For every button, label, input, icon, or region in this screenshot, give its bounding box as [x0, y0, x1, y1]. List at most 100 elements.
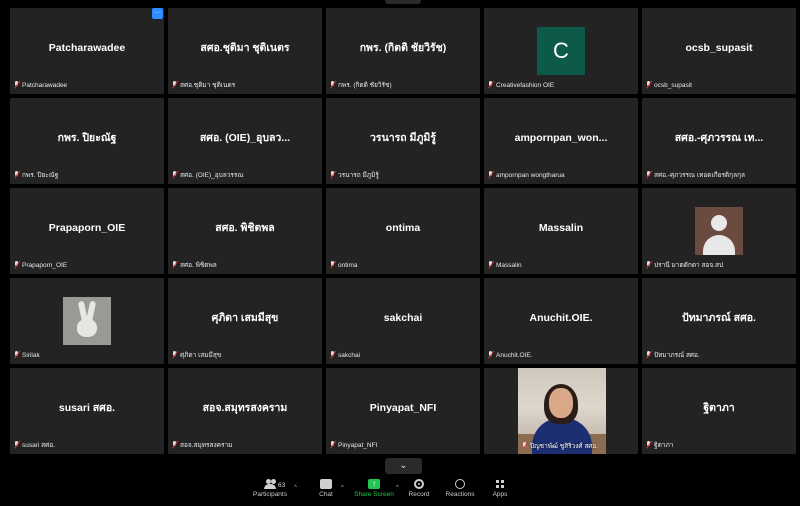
- participant-tile[interactable]: Massalin Massalin: [484, 188, 638, 274]
- participant-name: กพร. ปิยะณัฐ: [57, 132, 117, 144]
- apps-button[interactable]: Apps: [489, 479, 511, 498]
- muted-mic-icon: [171, 261, 178, 269]
- share-screen-label: Share Screen: [354, 491, 394, 498]
- muted-mic-icon: [13, 171, 20, 179]
- participant-name: sakchai: [383, 312, 423, 324]
- participant-tile[interactable]: sakchai sakchai: [326, 278, 480, 364]
- muted-mic-icon: [645, 351, 652, 359]
- muted-mic-icon: [329, 261, 336, 269]
- participant-name: ampornpan_won...: [514, 132, 608, 144]
- more-options-badge[interactable]: ···: [152, 8, 163, 19]
- participant-tile[interactable]: ocsb_supasit ocsb_supasit: [642, 8, 796, 94]
- participant-name: Anuchit.OIE.: [529, 312, 593, 324]
- muted-mic-icon: [13, 441, 20, 449]
- participant-tile[interactable]: สศอ. (OIE)_อุบลว... สศอ. (OIE)_อุบลวรรณ: [168, 98, 322, 184]
- record-icon: [414, 479, 424, 489]
- participant-caption: ontima: [329, 260, 476, 271]
- chevron-down-icon: ⌄: [399, 460, 408, 471]
- muted-mic-icon: [329, 171, 336, 179]
- reactions-button[interactable]: Reactions: [444, 479, 476, 498]
- participant-name: ฐิตาภา: [703, 402, 735, 414]
- participant-tile[interactable]: ampornpan_won... ampornpan wongtharua: [484, 98, 638, 184]
- participant-tile[interactable]: กพร. (กิตติ ชัยวิรัช) กพร. (กิตติ ชัยวิรั…: [326, 8, 480, 94]
- muted-mic-icon: [521, 442, 528, 450]
- participant-tile[interactable]: วรนารถ มีภูมิรู้ วรนารถ มีภูมิรู้: [326, 98, 480, 184]
- participant-grid: Patcharawadee Patcharawadee สศอ.ชุติมา ชุต…: [0, 0, 800, 460]
- participants-label: Participants: [253, 491, 287, 498]
- apps-icon: [494, 479, 506, 489]
- collapse-toolbar-button[interactable]: ⌄: [385, 458, 422, 474]
- muted-mic-icon: [13, 81, 20, 89]
- participant-caption: กพร. ปิยะณัฐ: [13, 170, 160, 181]
- participant-tile[interactable]: Prapaporn_OIE Prapaporn_OIE: [10, 188, 164, 274]
- participant-caption: ampornpan wongtharua: [487, 170, 634, 181]
- participant-caption: สศอ. พิชิตพล: [171, 260, 318, 271]
- participant-name: ontima: [385, 222, 421, 234]
- chat-button[interactable]: Chat: [314, 479, 338, 498]
- muted-mic-icon: [329, 441, 336, 449]
- participant-caption: Anuchit.OIE.: [487, 350, 634, 361]
- participant-caption: ปิญชาพัฒ์ ชูสิริวงศ์ สศอ.: [521, 441, 598, 451]
- participant-caption: สศอ. (OIE)_อุบลวรรณ: [171, 170, 318, 181]
- participant-tile[interactable]: สศอ.ชุติมา ชุติเนตร สศอ.ชุติมา ชุติเนตร: [168, 8, 322, 94]
- participant-caption: ocsb_supasit: [645, 80, 792, 91]
- muted-mic-icon: [171, 441, 178, 449]
- rabbit-avatar-icon: [63, 297, 111, 345]
- participant-caption: กพร. (กิตติ ชัยวิรัช): [329, 80, 476, 91]
- chat-caret-icon[interactable]: ^: [341, 485, 344, 491]
- participant-caption: Creativefashion OIE: [487, 80, 634, 91]
- participant-tile[interactable]: ปัทมาภรณ์ สศอ. ปัทมาภรณ์ สศอ.: [642, 278, 796, 364]
- participant-name: ocsb_supasit: [685, 42, 753, 54]
- participant-caption: Prapaporn_OIE: [13, 260, 160, 271]
- muted-mic-icon: [13, 351, 20, 359]
- muted-mic-icon: [645, 261, 652, 269]
- participant-tile[interactable]: กพร. ปิยะณัฐ กพร. ปิยะณัฐ: [10, 98, 164, 184]
- muted-mic-icon: [487, 81, 494, 89]
- top-drag-handle[interactable]: [385, 0, 421, 4]
- muted-mic-icon: [171, 171, 178, 179]
- participant-name: ปัทมาภรณ์ สศอ.: [682, 312, 756, 324]
- apps-label: Apps: [492, 491, 508, 498]
- share-caret-icon[interactable]: ^: [396, 485, 399, 491]
- participant-tile[interactable]: Pinyapat_NFI Pinyapat_NFI: [326, 368, 480, 454]
- participant-tile[interactable]: ปรานี มาตตักดา สอจ.สป: [642, 188, 796, 274]
- participants-icon: [264, 479, 276, 489]
- participant-name: Prapaporn_OIE: [48, 222, 126, 234]
- participant-tile[interactable]: Sirilak: [10, 278, 164, 364]
- participant-tile[interactable]: susari สศอ. susari สศอ.: [10, 368, 164, 454]
- muted-mic-icon: [487, 351, 494, 359]
- participant-tile[interactable]: C Creativefashion OIE: [484, 8, 638, 94]
- record-button[interactable]: Record: [406, 479, 432, 498]
- participant-caption: สศอ.-ศุภวรรณ เทอดเกียรติกุลกุล: [645, 170, 792, 181]
- participant-tile[interactable]: ฐิตาภา ฐิตาภา: [642, 368, 796, 454]
- participant-caption: Patcharawadee: [13, 80, 160, 91]
- participant-video: ปิญชาพัฒ์ ชูสิริวงศ์ สศอ.: [518, 368, 606, 454]
- participant-tile[interactable]: ontima ontima: [326, 188, 480, 274]
- muted-mic-icon: [645, 441, 652, 449]
- participants-caret-icon[interactable]: ^: [294, 485, 297, 491]
- participant-caption: ศุภิดา เสมมีสุข: [171, 350, 318, 361]
- participant-caption: Massalin: [487, 260, 634, 271]
- participant-caption: Sirilak: [13, 350, 160, 361]
- participant-tile[interactable]: ปิญชาพัฒ์ ชูสิริวงศ์ สศอ.: [484, 368, 638, 454]
- participant-tile[interactable]: สศอ. พิชิตพล สศอ. พิชิตพล: [168, 188, 322, 274]
- participant-avatar: C: [537, 27, 585, 75]
- participant-tile[interactable]: Patcharawadee Patcharawadee: [10, 8, 164, 94]
- muted-mic-icon: [645, 171, 652, 179]
- participant-name: susari สศอ.: [58, 402, 116, 414]
- muted-mic-icon: [645, 81, 652, 89]
- participant-tile[interactable]: Anuchit.OIE. Anuchit.OIE.: [484, 278, 638, 364]
- participant-name: Massalin: [538, 222, 584, 234]
- participant-caption: sakchai: [329, 350, 476, 361]
- participant-tile[interactable]: สศอ.-ศุภวรรณ เท... สศอ.-ศุภวรรณ เทอดเกียร…: [642, 98, 796, 184]
- participant-tile[interactable]: สอจ.สมุทรสงคราม สอจ.สมุทรสงคราม: [168, 368, 322, 454]
- reactions-icon: [455, 479, 465, 489]
- participant-name: สศอ. (OIE)_อุบลว...: [199, 132, 291, 144]
- participant-tile[interactable]: ศุภิดา เสมมีสุข ศุภิดา เสมมีสุข: [168, 278, 322, 364]
- participant-caption: Pinyapat_NFI: [329, 440, 476, 451]
- share-screen-button[interactable]: ↑ Share Screen: [354, 479, 394, 498]
- record-label: Record: [408, 491, 430, 498]
- meeting-toolbar: Participants 63 ^ Chat ^ ↑ Share Screen …: [0, 476, 800, 506]
- participant-caption: ปรานี มาตตักดา สอจ.สป: [645, 260, 792, 271]
- participant-name: สศอ.ชุติมา ชุติเนตร: [200, 42, 290, 54]
